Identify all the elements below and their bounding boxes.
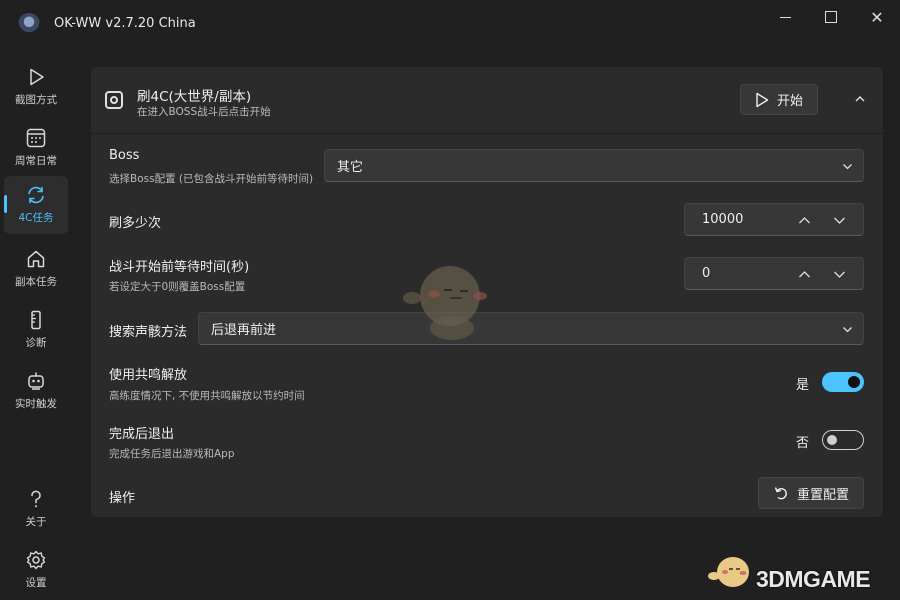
search-method-value: 后退再前进 xyxy=(211,323,277,338)
chevron-down-icon[interactable] xyxy=(833,268,846,281)
resonance-toggle-state: 是 xyxy=(796,378,810,393)
refresh-icon xyxy=(28,186,44,204)
start-button[interactable]: 开始 xyxy=(740,84,818,115)
sidebar-item-about[interactable]: 关于 xyxy=(4,480,68,538)
exit-toggle[interactable] xyxy=(822,430,864,450)
sidebar-item-settings[interactable]: 设置 xyxy=(4,541,68,599)
task-icon xyxy=(105,91,123,109)
sidebar-item-diagnosis[interactable]: 诊断 xyxy=(4,301,68,359)
search-method-select[interactable]: 后退再前进 xyxy=(198,312,864,345)
exit-toggle-state: 否 xyxy=(796,436,810,451)
exit-description: 完成任务后退出游戏和App xyxy=(109,448,235,460)
app-logo xyxy=(18,13,40,35)
undo-icon xyxy=(774,487,787,500)
minimize-button[interactable] xyxy=(762,0,808,34)
wait-time-value: 0 xyxy=(702,266,711,281)
title-bar: OK-WW v2.7.20 China ✕ xyxy=(0,0,900,48)
sidebar-item-label: 实时触发 xyxy=(15,398,57,410)
sidebar-item-daily[interactable]: 周常日常 xyxy=(4,119,68,177)
robot-icon xyxy=(28,372,44,390)
chevron-up-icon[interactable] xyxy=(854,93,866,105)
boss-description: 选择Boss配置 (已包含战斗开始前等待时间) xyxy=(109,173,314,185)
chevron-down-icon xyxy=(843,327,852,333)
sidebar: 截图方式 周常日常 4C任务 副本任务 诊断 实时触发 关于 设置 xyxy=(0,56,72,600)
count-label: 刷多少次 xyxy=(109,216,162,231)
3dmgame-logo-icon xyxy=(708,557,749,587)
chevron-down-icon xyxy=(843,164,852,170)
maximize-button[interactable] xyxy=(808,0,854,34)
play-icon xyxy=(30,68,44,86)
chevron-up-icon[interactable] xyxy=(798,214,811,227)
sidebar-item-4c-task[interactable]: 4C任务 xyxy=(4,176,68,234)
chevron-down-icon[interactable] xyxy=(833,214,846,227)
help-icon xyxy=(31,490,41,508)
mascot-watermark-icon xyxy=(403,266,487,340)
resonance-description: 高练度情况下, 不使用共鸣解放以节约时间 xyxy=(109,390,305,402)
sidebar-item-realtime-trigger[interactable]: 实时触发 xyxy=(4,362,68,420)
boss-select[interactable]: 其它 xyxy=(324,149,864,182)
actions-label: 操作 xyxy=(109,491,136,506)
close-button[interactable]: ✕ xyxy=(854,0,900,34)
sidebar-item-label: 关于 xyxy=(25,516,47,528)
wait-time-label: 战斗开始前等待时间(秒) xyxy=(109,260,250,275)
count-spinbox[interactable]: 10000 xyxy=(684,203,864,236)
sidebar-item-label: 诊断 xyxy=(25,337,47,349)
sidebar-item-dungeon[interactable]: 副本任务 xyxy=(4,240,68,298)
sidebar-item-label: 截图方式 xyxy=(15,94,57,106)
play-icon xyxy=(756,92,769,107)
reset-config-label: 重置配置 xyxy=(796,487,849,503)
task-card-header[interactable]: 刷4C(大世界/副本) 在进入BOSS战斗后点击开始 开始 xyxy=(91,67,883,134)
gear-icon xyxy=(26,550,46,570)
sidebar-item-label: 周常日常 xyxy=(15,155,57,167)
task-subtitle: 在进入BOSS战斗后点击开始 xyxy=(137,106,271,118)
resonance-label: 使用共鸣解放 xyxy=(109,368,188,383)
sidebar-item-label: 副本任务 xyxy=(15,276,57,288)
reset-config-button[interactable]: 重置配置 xyxy=(758,477,864,509)
chevron-up-icon[interactable] xyxy=(798,268,811,281)
exit-label: 完成后退出 xyxy=(109,427,175,442)
search-method-label: 搜索声骸方法 xyxy=(109,325,188,340)
resonance-toggle[interactable] xyxy=(822,372,864,392)
window-title: OK-WW v2.7.20 China xyxy=(54,16,196,31)
sidebar-item-label: 设置 xyxy=(25,577,47,589)
3dmgame-watermark-text: 3DMGAME xyxy=(756,566,871,592)
boss-label: Boss xyxy=(109,148,140,163)
count-value: 10000 xyxy=(702,212,744,227)
sidebar-item-label: 4C任务 xyxy=(18,212,54,224)
wait-time-description: 若设定大于0则覆盖Boss配置 xyxy=(109,281,246,293)
wait-time-spinbox[interactable]: 0 xyxy=(684,257,864,290)
calendar-icon xyxy=(26,128,46,148)
sidebar-item-screenshot[interactable]: 截图方式 xyxy=(4,58,68,116)
ruler-icon xyxy=(31,310,41,330)
start-button-label: 开始 xyxy=(776,94,803,109)
home-icon xyxy=(27,250,45,268)
boss-select-value: 其它 xyxy=(337,160,364,175)
task-title: 刷4C(大世界/副本) xyxy=(137,89,252,105)
